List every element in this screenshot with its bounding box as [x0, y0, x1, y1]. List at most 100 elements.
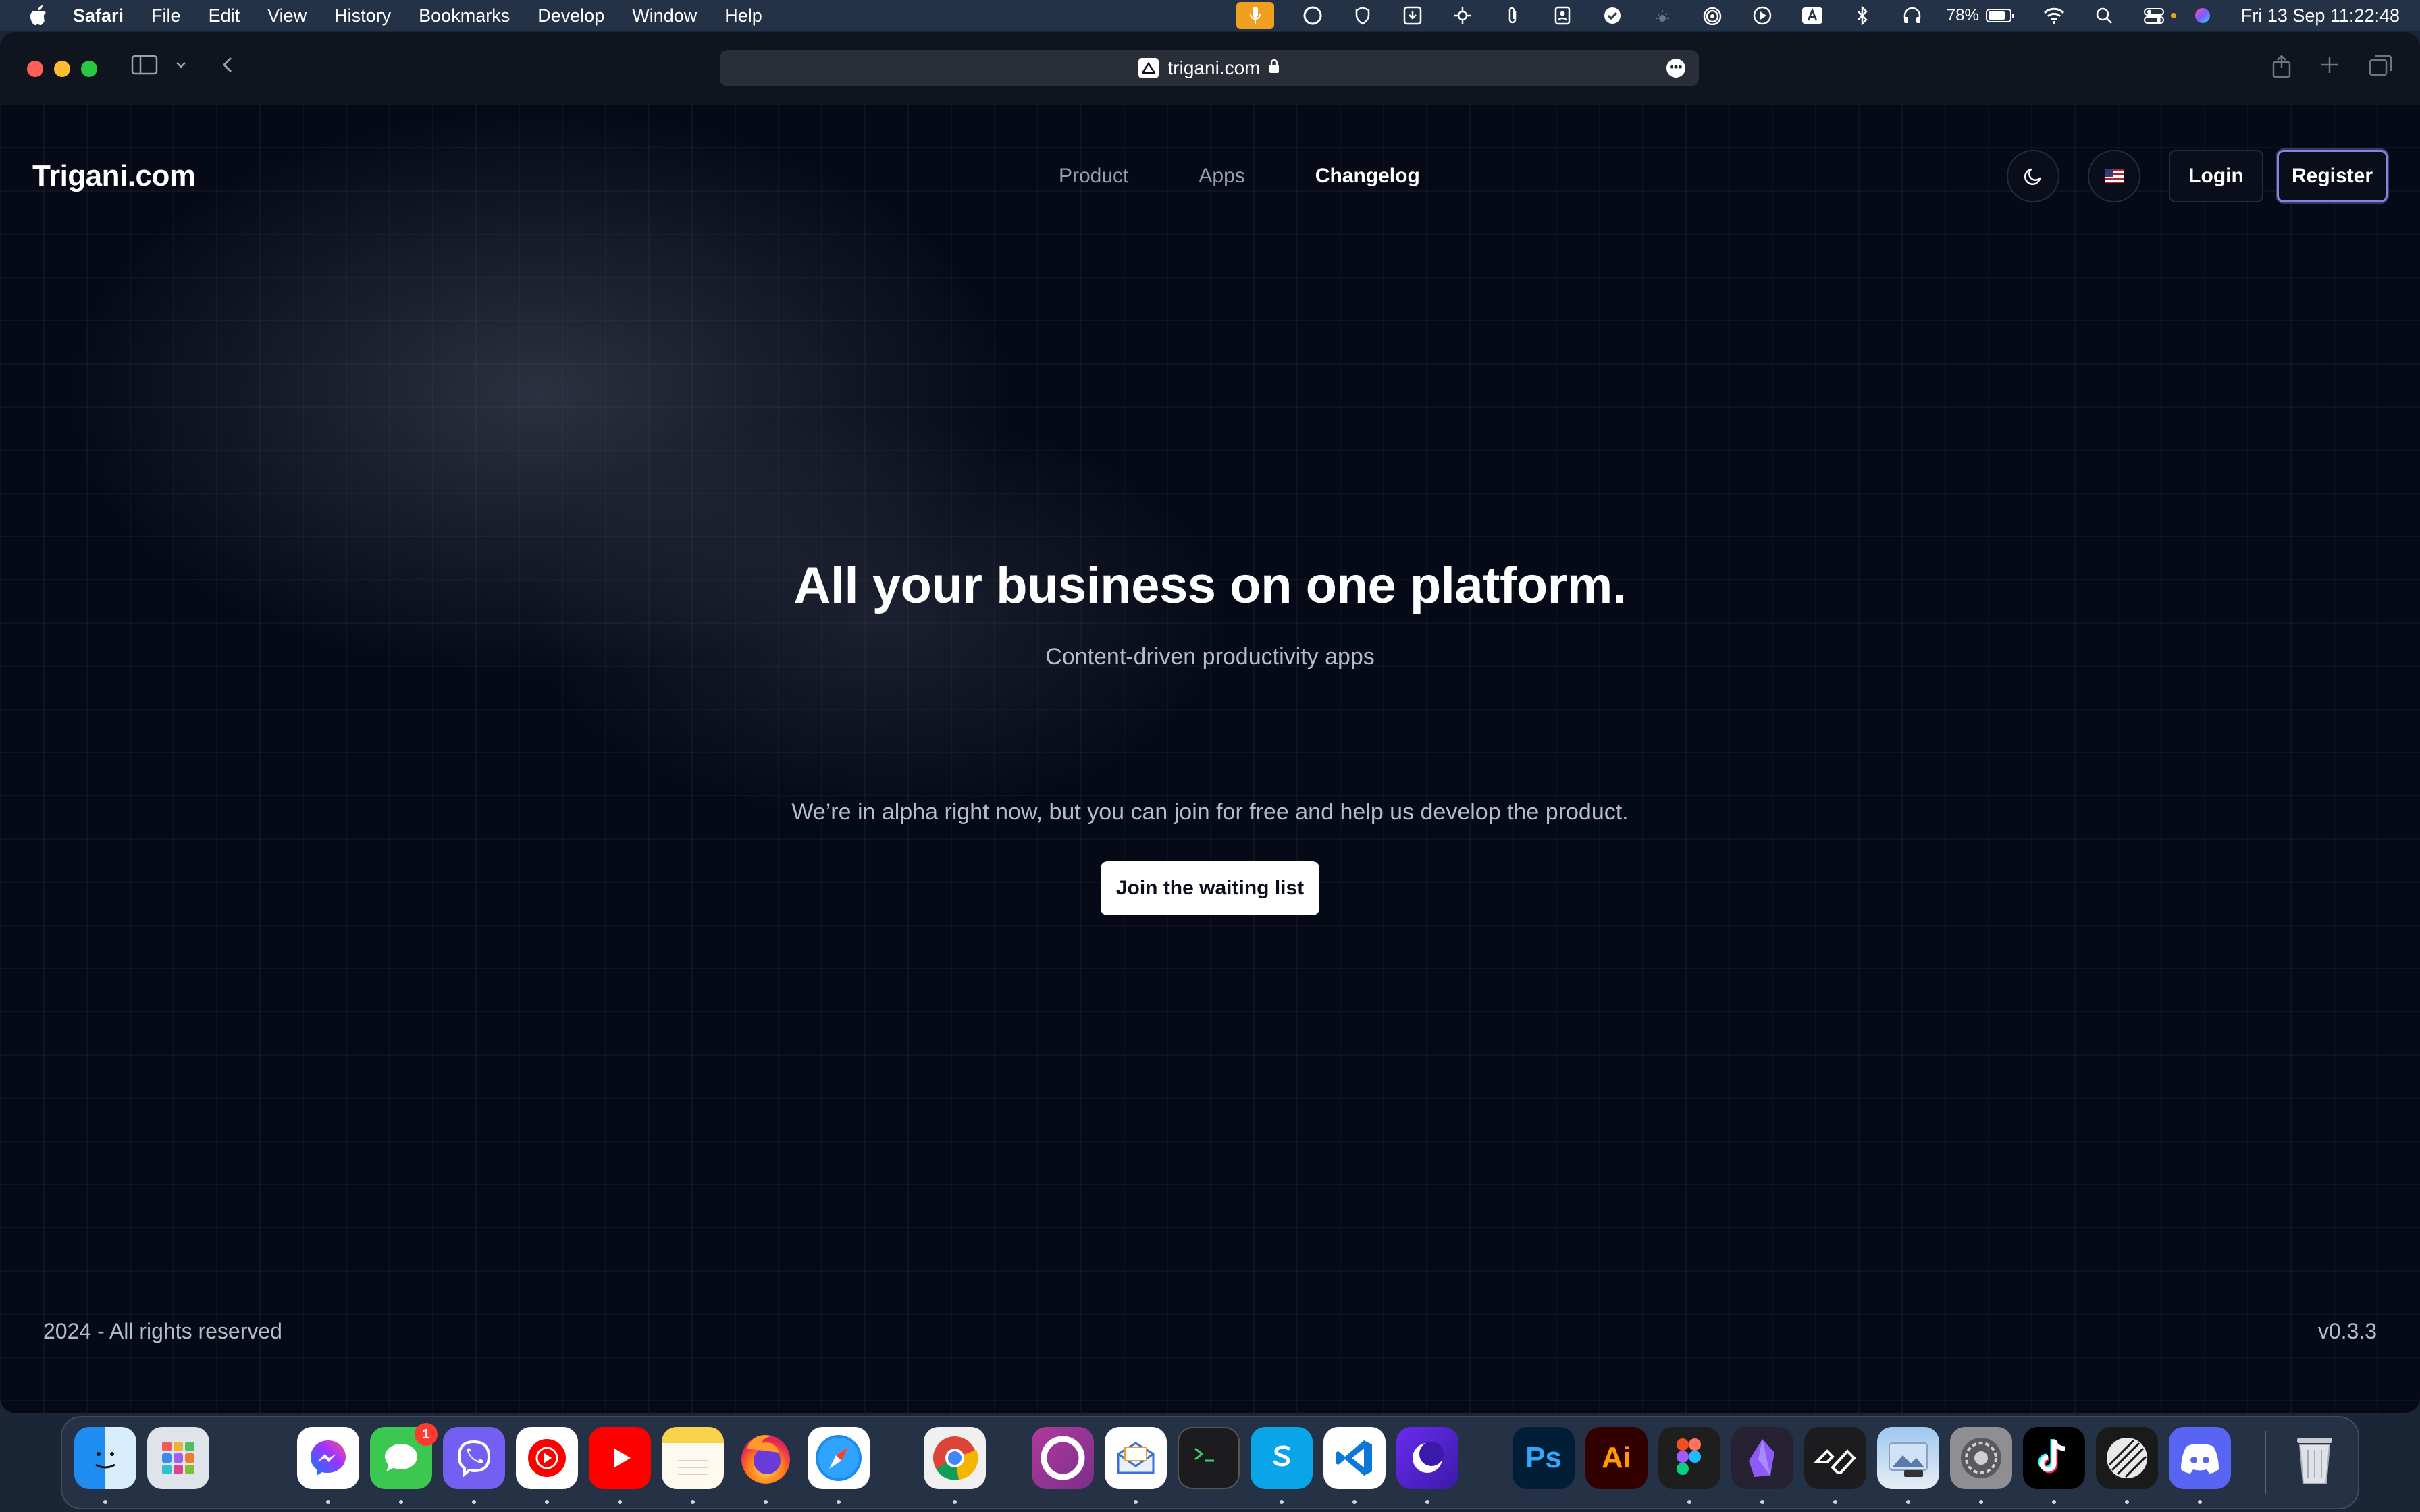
dock-illustrator-icon[interactable]: Ai	[1585, 1427, 1648, 1489]
dock-running-indicator	[618, 1500, 622, 1504]
recording-dot-icon	[2169, 5, 2178, 26]
dock-trash-icon[interactable]	[2284, 1427, 2346, 1489]
dock-finder-icon[interactable]	[74, 1427, 136, 1504]
register-button[interactable]: Register	[2277, 150, 2388, 202]
bluetooth-icon[interactable]	[1851, 5, 1874, 26]
skype-status-icon[interactable]	[1301, 5, 1324, 26]
menu-view[interactable]: View	[267, 5, 307, 26]
dock-preview-icon[interactable]	[1877, 1427, 1939, 1504]
tab-overview-icon[interactable]	[2369, 54, 2393, 83]
footer-version: v0.3.3	[2317, 1319, 2377, 1343]
menu-history[interactable]: History	[334, 5, 391, 26]
menu-help[interactable]: Help	[725, 5, 762, 26]
menu-bar: Safari File Edit View History Bookmarks …	[0, 0, 2420, 31]
menu-app-name[interactable]: Safari	[73, 5, 124, 26]
airdrop-icon[interactable]	[1701, 5, 1724, 26]
dock-running-indicator	[2125, 1500, 2129, 1504]
alpha-notice: We’re in alpha right now, but you can jo…	[791, 799, 1629, 825]
dock-running-indicator	[103, 1500, 107, 1504]
dock-running-indicator	[1280, 1500, 1284, 1504]
battery-icon[interactable]	[1985, 5, 2016, 26]
wifi-icon[interactable]	[2043, 5, 2066, 26]
share-icon[interactable]	[2271, 54, 2292, 84]
login-button[interactable]: Login	[2169, 150, 2263, 202]
dock-running-indicator	[2198, 1500, 2202, 1504]
site-logo[interactable]: Trigani.com	[32, 159, 196, 193]
dock-running-indicator	[1687, 1500, 1691, 1504]
dock-terminal-icon[interactable]	[1178, 1427, 1240, 1489]
shield-icon[interactable]	[1351, 5, 1374, 26]
dock-browser-orb-icon[interactable]	[1396, 1427, 1458, 1504]
dock-circle-app-icon[interactable]	[1032, 1427, 1094, 1489]
menu-file[interactable]: File	[151, 5, 181, 26]
dock-running-indicator	[764, 1500, 768, 1504]
more-options-icon[interactable]: •••	[1666, 59, 1685, 78]
minimize-window-button[interactable]	[54, 61, 70, 77]
hero-subtitle: Content-driven productivity apps	[1045, 644, 1375, 670]
back-arrow-icon[interactable]	[220, 54, 236, 82]
spotlight-search-icon[interactable]	[2093, 5, 2115, 26]
dock-dev-tool-icon[interactable]	[1804, 1427, 1866, 1504]
language-button[interactable]	[2088, 150, 2140, 202]
dock-mail-icon[interactable]	[1105, 1427, 1167, 1504]
dock-system-settings-icon[interactable]	[1950, 1427, 2012, 1504]
dock-discord-icon[interactable]	[2169, 1427, 2231, 1504]
dock-youtube-icon[interactable]	[589, 1427, 651, 1504]
messages-badge: 1	[415, 1423, 438, 1446]
dock-running-indicator	[1352, 1500, 1357, 1504]
dock-running-indicator	[1906, 1500, 1910, 1504]
zoom-window-button[interactable]	[81, 61, 97, 77]
webpage: Trigani.com Product Apps Changelog Login…	[0, 104, 2420, 1413]
dock: 1 Ps Ai	[61, 1416, 2359, 1509]
close-window-button[interactable]	[27, 61, 43, 77]
menu-bookmarks[interactable]: Bookmarks	[419, 5, 510, 26]
clock[interactable]: Fri 13 Sep 11:22:48	[2241, 5, 2400, 26]
brightness-icon[interactable]	[1651, 5, 1674, 26]
dock-running-indicator	[399, 1500, 403, 1504]
contacts-icon[interactable]	[1551, 5, 1574, 26]
new-tab-icon[interactable]	[2319, 54, 2340, 82]
play-icon[interactable]	[1751, 5, 1774, 26]
dock-messages-icon[interactable]: 1	[370, 1423, 438, 1504]
dock-running-indicator	[837, 1500, 841, 1504]
apple-icon[interactable]	[27, 4, 50, 27]
dock-linear-icon[interactable]	[2096, 1427, 2158, 1504]
dock-viber-icon[interactable]	[443, 1427, 505, 1504]
site-favicon-icon	[1138, 58, 1159, 78]
dock-messenger-icon[interactable]	[297, 1427, 359, 1504]
menu-edit[interactable]: Edit	[209, 5, 240, 26]
menu-window[interactable]: Window	[632, 5, 697, 26]
chevron-down-icon[interactable]	[174, 54, 188, 82]
address-bar[interactable]: trigani.com •••	[720, 50, 1699, 86]
control-center-icon[interactable]	[2142, 5, 2165, 26]
dock-photoshop-icon[interactable]: Ps	[1512, 1427, 1575, 1489]
join-waiting-list-button[interactable]: Join the waiting list	[1101, 861, 1319, 915]
microphone-icon[interactable]	[1236, 2, 1274, 29]
dock-figma-icon[interactable]	[1658, 1427, 1720, 1504]
dock-safari-icon[interactable]	[808, 1427, 870, 1504]
nav-apps[interactable]: Apps	[1199, 165, 1244, 188]
dock-tiktok-icon[interactable]	[2023, 1427, 2085, 1504]
moon-icon	[2024, 168, 2041, 185]
nav-changelog[interactable]: Changelog	[1315, 165, 1420, 188]
menu-develop[interactable]: Develop	[537, 5, 604, 26]
dock-launchpad-icon[interactable]	[147, 1427, 209, 1489]
dock-running-indicator	[1134, 1500, 1138, 1504]
nav-product[interactable]: Product	[1059, 165, 1128, 188]
input-source-icon[interactable]	[1801, 5, 1824, 26]
dock-obsidian-icon[interactable]	[1731, 1427, 1793, 1504]
paperclip-icon[interactable]	[1501, 5, 1524, 26]
headphones-icon[interactable]	[1901, 5, 1924, 26]
checkmark-icon[interactable]	[1601, 5, 1624, 26]
sidebar-toggle-icon[interactable]	[131, 54, 158, 82]
siri-icon[interactable]	[2191, 5, 2214, 26]
dock-notes-icon[interactable]	[662, 1427, 724, 1504]
dock-vscode-icon[interactable]	[1323, 1427, 1386, 1504]
dock-youtube-music-icon[interactable]	[516, 1427, 578, 1504]
network-icon[interactable]	[1451, 5, 1474, 26]
download-icon[interactable]	[1401, 5, 1424, 26]
theme-toggle-button[interactable]	[2007, 150, 2059, 202]
dock-firefox-icon[interactable]	[735, 1427, 797, 1504]
dock-chrome-icon[interactable]	[924, 1427, 986, 1504]
dock-skype-icon[interactable]	[1251, 1427, 1313, 1504]
